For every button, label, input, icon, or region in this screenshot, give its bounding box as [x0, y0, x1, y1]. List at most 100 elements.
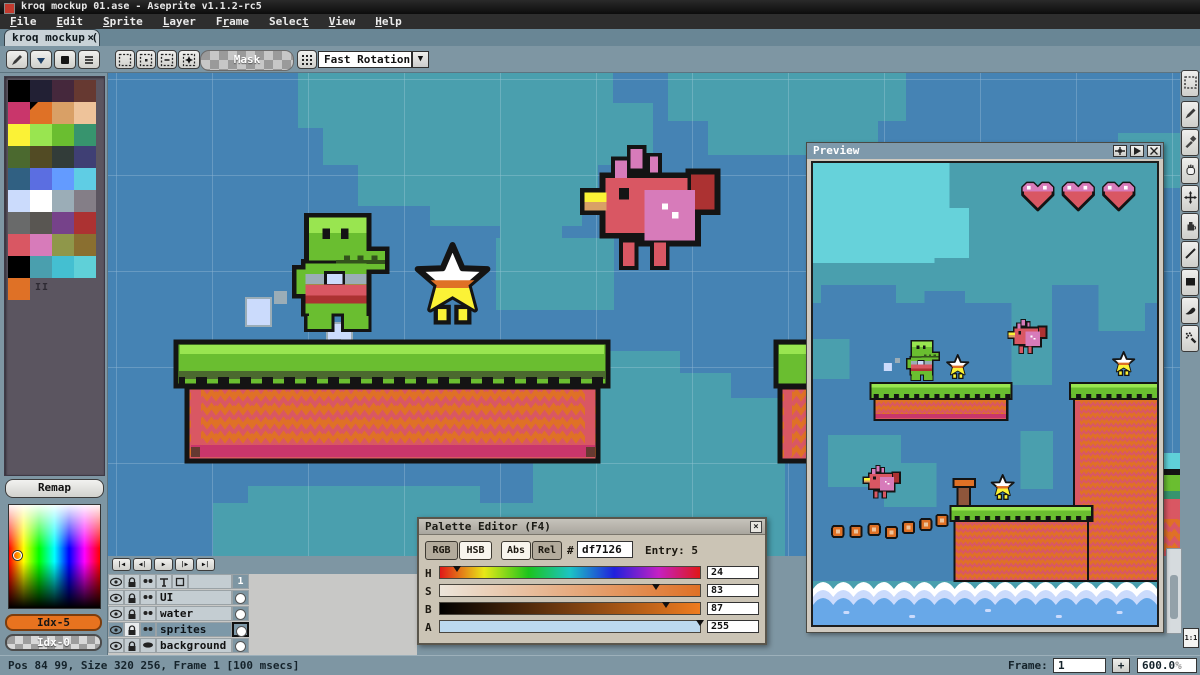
- palette-swatch-27[interactable]: [74, 212, 96, 234]
- add-frame-button[interactable]: +: [1112, 658, 1130, 673]
- pencil-option-button[interactable]: [6, 50, 28, 69]
- palette-swatch-34[interactable]: [52, 256, 74, 278]
- remap-button[interactable]: Remap: [5, 479, 104, 498]
- abs-mode-button[interactable]: Abs: [501, 541, 531, 560]
- palette-swatch-15[interactable]: [74, 146, 96, 168]
- layer-name-water[interactable]: water: [156, 606, 232, 621]
- header-thumb-icon[interactable]: [156, 574, 172, 589]
- grid-settings-button[interactable]: [297, 50, 317, 69]
- menu-item-layer[interactable]: Layer: [153, 14, 206, 29]
- foreground-color-button[interactable]: Idx-5: [5, 614, 102, 631]
- tab-close-icon[interactable]: ×: [87, 30, 94, 46]
- selection-replace-button[interactable]: [115, 50, 135, 69]
- playback-first-frame[interactable]: |◀: [112, 558, 131, 571]
- playback-prev-frame[interactable]: ◀|: [133, 558, 152, 571]
- tool-pencil[interactable]: [1181, 101, 1199, 128]
- tool-move[interactable]: [1181, 185, 1199, 212]
- palette-swatch-6[interactable]: [52, 102, 74, 124]
- tool-marquee[interactable]: [1181, 70, 1199, 97]
- palette-swatch-10[interactable]: [52, 124, 74, 146]
- layer-water-eye-icon[interactable]: [108, 606, 124, 621]
- palette-swatch-1[interactable]: [30, 80, 52, 102]
- palette-swatch-9[interactable]: [30, 124, 52, 146]
- palette-swatch-21[interactable]: [30, 190, 52, 212]
- scrollbar-handle[interactable]: [1170, 575, 1178, 619]
- frame-number-input[interactable]: 1: [1053, 658, 1106, 673]
- slider-track-A[interactable]: [439, 620, 701, 633]
- menu-item-help[interactable]: Help: [365, 14, 412, 29]
- layer-row-water[interactable]: water: [108, 606, 417, 622]
- palette-swatch-2[interactable]: [52, 80, 74, 102]
- mask-button[interactable]: Mask: [200, 50, 294, 71]
- palette-swatch-11[interactable]: [74, 124, 96, 146]
- dialog-title[interactable]: Palette Editor (F4): [419, 519, 765, 535]
- palette-swatch-17[interactable]: [30, 168, 52, 190]
- header-eye-icon[interactable]: [108, 574, 124, 589]
- tab-kroq-mockup[interactable]: kroq mockup ( ×: [4, 29, 100, 46]
- slider-handle-B[interactable]: [662, 602, 670, 608]
- cel-water-frame1[interactable]: [232, 606, 249, 621]
- palette-swatch-23[interactable]: [74, 190, 96, 212]
- preview-play-icon[interactable]: [1130, 145, 1144, 157]
- slider-value-B[interactable]: 87: [707, 602, 759, 615]
- menu-item-edit[interactable]: Edit: [47, 14, 94, 29]
- arrow-down-button[interactable]: [30, 50, 52, 69]
- slider-track-S[interactable]: [439, 584, 701, 597]
- preview-center-button[interactable]: [1113, 145, 1127, 157]
- layer-UI-cels-icon[interactable]: [140, 590, 156, 605]
- layer-name-UI[interactable]: UI: [156, 590, 232, 605]
- menu-item-view[interactable]: View: [319, 14, 366, 29]
- header-frame-icon[interactable]: [172, 574, 188, 589]
- palette-swatch-26[interactable]: [52, 212, 74, 234]
- palette-swatch-12[interactable]: [8, 146, 30, 168]
- rotation-dropdown-arrow[interactable]: ▼: [412, 51, 429, 68]
- slider-value-H[interactable]: 24: [707, 566, 759, 579]
- layer-water-cels-icon[interactable]: [140, 606, 156, 621]
- preview-close-icon[interactable]: [1147, 145, 1161, 157]
- layer-background-lock-icon[interactable]: [124, 638, 140, 653]
- slider-handle-A[interactable]: [696, 620, 704, 626]
- layer-UI-eye-icon[interactable]: [108, 590, 124, 605]
- selection-subtract-button[interactable]: [157, 50, 177, 69]
- rel-mode-button[interactable]: Rel: [532, 541, 562, 560]
- layer-background-cels-icon[interactable]: [140, 638, 156, 653]
- slider-track-H[interactable]: [439, 566, 701, 579]
- slider-handle-H[interactable]: [453, 566, 461, 572]
- palette-swatch-3[interactable]: [74, 80, 96, 102]
- palette-swatch-13[interactable]: [30, 146, 52, 168]
- frame-header-1[interactable]: 1: [232, 574, 249, 589]
- slider-value-S[interactable]: 83: [707, 584, 759, 597]
- tool-spray[interactable]: [1181, 325, 1199, 352]
- cel-UI-frame1[interactable]: [232, 590, 249, 605]
- rotation-algorithm-select[interactable]: Fast Rotation: [318, 51, 412, 68]
- tool-paint-bucket[interactable]: [1181, 213, 1199, 240]
- slider-value-A[interactable]: 255: [707, 620, 759, 633]
- layer-sprites-lock-icon[interactable]: [124, 622, 140, 637]
- menu-item-frame[interactable]: Frame: [206, 14, 259, 29]
- hex-color-input[interactable]: df7126: [577, 541, 633, 558]
- menu-item-sprite[interactable]: Sprite: [93, 14, 153, 29]
- palette-swatch-31[interactable]: [74, 234, 96, 256]
- one-to-one-zoom-button[interactable]: 1:1: [1183, 628, 1199, 648]
- hsb-mode-button[interactable]: HSB: [459, 541, 492, 560]
- palette-swatch-22[interactable]: [52, 190, 74, 212]
- tool-rectangle[interactable]: [1181, 269, 1199, 296]
- palette-swatch-25[interactable]: [30, 212, 52, 234]
- layer-row-UI[interactable]: UI: [108, 590, 417, 606]
- tool-hand[interactable]: [1181, 157, 1199, 184]
- layer-water-lock-icon[interactable]: [124, 606, 140, 621]
- palette-swatch-29[interactable]: [30, 234, 52, 256]
- magic-selection-button[interactable]: [178, 50, 200, 69]
- layer-row-background[interactable]: background: [108, 638, 417, 654]
- palette-swatch-8[interactable]: [8, 124, 30, 146]
- palette-swatch-32[interactable]: [8, 256, 30, 278]
- layer-sprites-eye-icon[interactable]: [108, 622, 124, 637]
- layer-UI-lock-icon[interactable]: [124, 590, 140, 605]
- header-lock-icon[interactable]: [124, 574, 140, 589]
- canvas-scrollbar[interactable]: [1166, 548, 1182, 634]
- dialog-close-icon[interactable]: ×: [750, 521, 762, 533]
- zoom-level-input[interactable]: 600.0%: [1137, 658, 1197, 673]
- palette-swatch-30[interactable]: [52, 234, 74, 256]
- palette-swatch-35[interactable]: [74, 256, 96, 278]
- palette-swatch-0[interactable]: [8, 80, 30, 102]
